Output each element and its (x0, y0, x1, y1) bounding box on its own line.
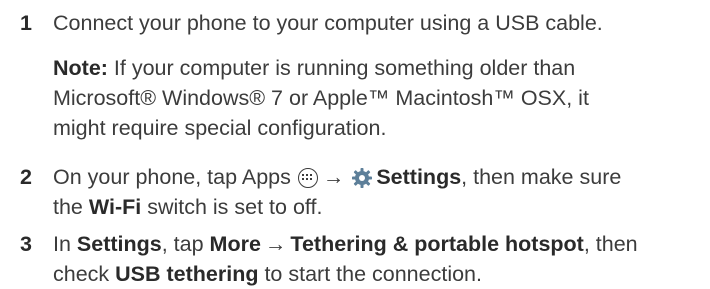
step-number: 3 (20, 232, 32, 256)
arrow-icon: → (264, 232, 287, 256)
note-line-2: Microsoft® Windows® 7 or Apple™ Macintos… (53, 86, 589, 110)
arrow-icon: → (322, 165, 345, 189)
step-text: Connect your phone to your computer usin… (53, 11, 603, 35)
step-number: 1 (20, 11, 32, 35)
note-line-3: might require special configuration. (53, 116, 387, 140)
step-text-line-2: check USB tethering to start the connect… (53, 262, 482, 286)
settings-label: Settings (376, 165, 462, 189)
apps-icon (297, 168, 318, 188)
step-text-line-2: the Wi-Fi switch is set to off. (53, 195, 323, 219)
note-line-1: Note: If your computer is running someth… (53, 56, 576, 80)
tethering-label: Tethering & portable hotspot (290, 232, 584, 256)
wifi-label: Wi-Fi (88, 195, 142, 219)
settings-label: Settings (76, 232, 162, 256)
settings-gear-icon (352, 168, 373, 188)
more-label: More (209, 232, 261, 256)
step-text-line-1: In Settings, tap More → Tethering & portab… (53, 232, 638, 256)
step-text-line-1: On your phone, tap Apps → Settings, then… (53, 165, 622, 189)
usb-tethering-label: USB tethering (115, 262, 259, 286)
note-label: Note: (53, 56, 108, 80)
step-number: 2 (20, 165, 32, 189)
